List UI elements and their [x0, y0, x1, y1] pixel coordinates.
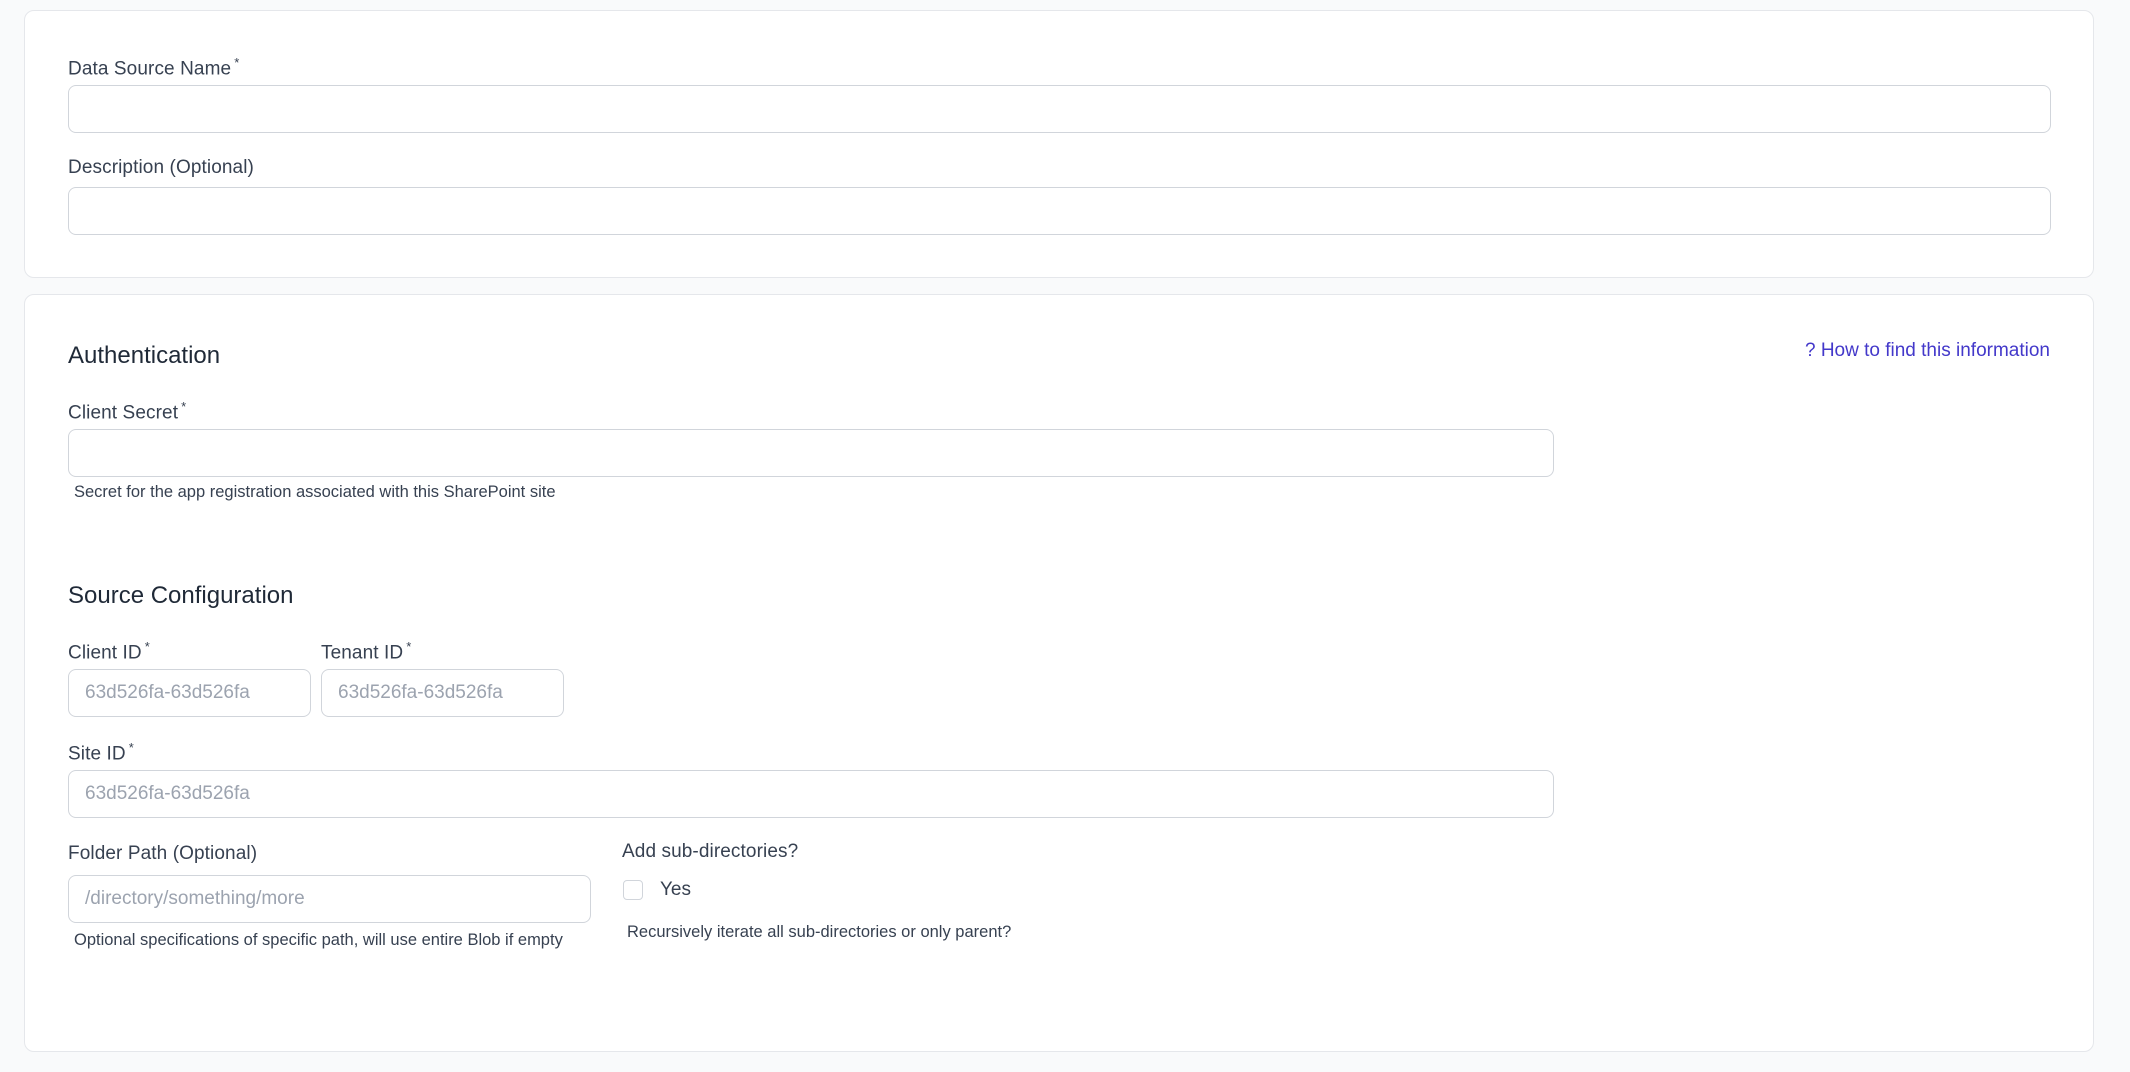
tenant-id-label: Tenant ID * — [321, 639, 412, 664]
client-secret-label: Client Secret * — [68, 399, 187, 424]
source-configuration-heading: Source Configuration — [68, 582, 294, 609]
folder-path-input[interactable] — [68, 875, 591, 923]
client-id-label: Client ID * — [68, 639, 150, 664]
description-label: Description (Optional) — [68, 157, 254, 178]
subdirectories-hint: Recursively iterate all sub-directories … — [627, 923, 1012, 941]
configuration-card: Authentication ? How to find this inform… — [24, 294, 2094, 1052]
how-to-find-info-link[interactable]: ? How to find this information — [1805, 340, 2050, 362]
client-secret-hint: Secret for the app registration associat… — [74, 483, 556, 501]
subdirectories-label: Add sub-directories? — [622, 841, 799, 862]
data-source-name-label: Data Source Name * — [68, 55, 240, 80]
subdirectories-option-label[interactable]: Yes — [660, 879, 691, 901]
required-marker: * — [128, 740, 134, 755]
required-marker: * — [406, 639, 412, 654]
data-source-name-input[interactable] — [68, 85, 2051, 133]
general-card: Data Source Name * Description (Optional) — [24, 10, 2094, 278]
tenant-id-input[interactable] — [321, 669, 564, 717]
client-id-input[interactable] — [68, 669, 311, 717]
site-id-input[interactable] — [68, 770, 1554, 818]
required-marker: * — [234, 55, 240, 70]
folder-path-label: Folder Path (Optional) — [68, 843, 258, 864]
required-marker: * — [181, 399, 187, 414]
authentication-heading: Authentication — [68, 342, 221, 369]
description-input[interactable] — [68, 187, 2051, 235]
required-marker: * — [144, 639, 150, 654]
client-secret-input[interactable] — [68, 429, 1554, 477]
site-id-label: Site ID * — [68, 740, 134, 765]
subdirectories-checkbox[interactable] — [623, 880, 643, 900]
folder-path-hint: Optional specifications of specific path… — [74, 931, 563, 949]
